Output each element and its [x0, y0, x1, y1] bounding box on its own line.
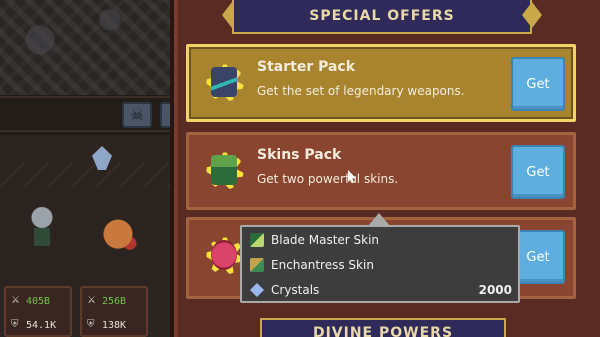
sword-icon: ⚔ [87, 295, 96, 306]
tooltip-item: Blade Master Skin [250, 230, 512, 250]
hero-stat-card[interactable]: ⚔ 256B ⛨ 138K [80, 286, 148, 337]
tooltip-item: Enchantress Skin [250, 255, 512, 275]
hero-stat-card[interactable]: ⚔ 405B ⛨ 54.1K [4, 286, 72, 337]
shield-icon: ⛨ [11, 319, 19, 330]
stat-health: 54.1K [26, 320, 57, 331]
skull-icon: ☠ [129, 105, 145, 124]
stat-damage: 256B [102, 296, 127, 307]
offer-description: Get two powerful skins. [257, 172, 399, 186]
tooltip-item-label: Crystals [271, 283, 320, 297]
divine-powers-header: DIVINE POWERS [260, 318, 506, 337]
skins-heroes-icon [211, 155, 237, 185]
tooltip-item: Crystals 2000 [250, 280, 512, 300]
special-offers-header: SPECIAL OFFERS [232, 0, 532, 34]
offer-title: Skins Pack [257, 147, 342, 163]
stat-health: 138K [102, 320, 127, 331]
knight-hero[interactable] [22, 206, 62, 252]
offer-skins-pack[interactable]: Skins Pack Get two powerful skins. Get [186, 132, 576, 210]
beast-hero[interactable] [98, 218, 138, 264]
get-button[interactable]: Get [511, 57, 565, 111]
blade-master-icon [250, 233, 264, 247]
stat-damage: 405B [26, 296, 51, 307]
toolbar-strip [0, 96, 180, 132]
heart-creature-icon [211, 240, 237, 270]
offer-title: Starter Pack [257, 59, 356, 75]
game-scene: ☠ ⚔ 405B ⛨ 54.1K ⚔ 256B ⛨ 138K [0, 0, 180, 337]
tooltip-item-label: Enchantress Skin [271, 258, 374, 272]
offer-description: Get the set of legendary weapons. [257, 84, 465, 98]
offer-starter-pack[interactable]: Starter Pack Get the set of legendary we… [186, 44, 576, 122]
cave-map [0, 0, 180, 95]
sword-icon: ⚔ [11, 295, 20, 306]
cave-stalagmites [0, 140, 180, 210]
get-button[interactable]: Get [511, 145, 565, 199]
tooltip-item-label: Blade Master Skin [271, 233, 380, 247]
crystal-icon [250, 283, 264, 297]
shield-icon: ⛨ [87, 319, 95, 330]
offer-contents-tooltip: Blade Master Skin Enchantress Skin Cryst… [240, 225, 520, 303]
skull-button[interactable]: ☠ [122, 102, 152, 128]
tooltip-item-value: 2000 [478, 283, 512, 297]
weapon-hero-icon [211, 67, 237, 97]
enchantress-icon [250, 258, 264, 272]
